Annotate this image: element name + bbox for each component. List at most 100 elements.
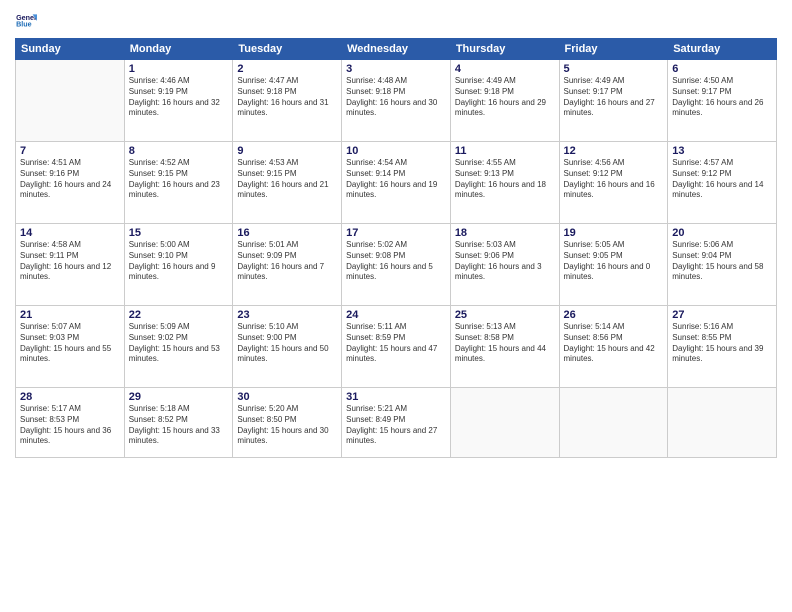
calendar-cell: 9Sunrise: 4:53 AMSunset: 9:15 PMDaylight…	[233, 142, 342, 224]
weekday-header-tuesday: Tuesday	[233, 39, 342, 60]
day-info: Sunrise: 4:52 AMSunset: 9:15 PMDaylight:…	[129, 158, 229, 201]
calendar-cell: 2Sunrise: 4:47 AMSunset: 9:18 PMDaylight…	[233, 60, 342, 142]
calendar-cell: 1Sunrise: 4:46 AMSunset: 9:19 PMDaylight…	[124, 60, 233, 142]
day-info: Sunrise: 4:54 AMSunset: 9:14 PMDaylight:…	[346, 158, 446, 201]
day-info: Sunrise: 5:09 AMSunset: 9:02 PMDaylight:…	[129, 322, 229, 365]
day-number: 6	[672, 63, 772, 75]
calendar-cell: 26Sunrise: 5:14 AMSunset: 8:56 PMDayligh…	[559, 306, 668, 388]
day-number: 21	[20, 309, 120, 321]
page-header: General Blue	[15, 10, 777, 32]
day-info: Sunrise: 5:02 AMSunset: 9:08 PMDaylight:…	[346, 240, 446, 283]
weekday-header-sunday: Sunday	[16, 39, 125, 60]
day-info: Sunrise: 5:10 AMSunset: 9:00 PMDaylight:…	[237, 322, 337, 365]
calendar-cell: 17Sunrise: 5:02 AMSunset: 9:08 PMDayligh…	[342, 224, 451, 306]
calendar-cell: 13Sunrise: 4:57 AMSunset: 9:12 PMDayligh…	[668, 142, 777, 224]
day-info: Sunrise: 5:03 AMSunset: 9:06 PMDaylight:…	[455, 240, 555, 283]
logo-icon: General Blue	[15, 10, 37, 32]
calendar-cell: 31Sunrise: 5:21 AMSunset: 8:49 PMDayligh…	[342, 388, 451, 458]
day-info: Sunrise: 4:57 AMSunset: 9:12 PMDaylight:…	[672, 158, 772, 201]
calendar-cell: 30Sunrise: 5:20 AMSunset: 8:50 PMDayligh…	[233, 388, 342, 458]
day-info: Sunrise: 4:55 AMSunset: 9:13 PMDaylight:…	[455, 158, 555, 201]
calendar-cell: 22Sunrise: 5:09 AMSunset: 9:02 PMDayligh…	[124, 306, 233, 388]
day-number: 9	[237, 145, 337, 157]
calendar-cell: 5Sunrise: 4:49 AMSunset: 9:17 PMDaylight…	[559, 60, 668, 142]
calendar-week-4: 21Sunrise: 5:07 AMSunset: 9:03 PMDayligh…	[16, 306, 777, 388]
day-number: 13	[672, 145, 772, 157]
day-info: Sunrise: 5:13 AMSunset: 8:58 PMDaylight:…	[455, 322, 555, 365]
day-number: 26	[564, 309, 664, 321]
day-info: Sunrise: 4:49 AMSunset: 9:17 PMDaylight:…	[564, 76, 664, 119]
day-number: 8	[129, 145, 229, 157]
calendar-table: SundayMondayTuesdayWednesdayThursdayFrid…	[15, 38, 777, 458]
calendar-cell: 29Sunrise: 5:18 AMSunset: 8:52 PMDayligh…	[124, 388, 233, 458]
day-info: Sunrise: 4:53 AMSunset: 9:15 PMDaylight:…	[237, 158, 337, 201]
day-number: 24	[346, 309, 446, 321]
day-number: 12	[564, 145, 664, 157]
calendar-cell: 24Sunrise: 5:11 AMSunset: 8:59 PMDayligh…	[342, 306, 451, 388]
day-info: Sunrise: 4:56 AMSunset: 9:12 PMDaylight:…	[564, 158, 664, 201]
weekday-header-friday: Friday	[559, 39, 668, 60]
day-info: Sunrise: 4:50 AMSunset: 9:17 PMDaylight:…	[672, 76, 772, 119]
day-number: 31	[346, 391, 446, 403]
day-number: 20	[672, 227, 772, 239]
day-number: 17	[346, 227, 446, 239]
calendar-cell: 4Sunrise: 4:49 AMSunset: 9:18 PMDaylight…	[450, 60, 559, 142]
calendar-cell: 14Sunrise: 4:58 AMSunset: 9:11 PMDayligh…	[16, 224, 125, 306]
calendar-cell: 6Sunrise: 4:50 AMSunset: 9:17 PMDaylight…	[668, 60, 777, 142]
calendar-cell: 28Sunrise: 5:17 AMSunset: 8:53 PMDayligh…	[16, 388, 125, 458]
day-info: Sunrise: 5:17 AMSunset: 8:53 PMDaylight:…	[20, 404, 120, 447]
calendar-week-5: 28Sunrise: 5:17 AMSunset: 8:53 PMDayligh…	[16, 388, 777, 458]
day-number: 15	[129, 227, 229, 239]
weekday-header-row: SundayMondayTuesdayWednesdayThursdayFrid…	[16, 39, 777, 60]
day-info: Sunrise: 5:11 AMSunset: 8:59 PMDaylight:…	[346, 322, 446, 365]
weekday-header-saturday: Saturday	[668, 39, 777, 60]
calendar-cell: 25Sunrise: 5:13 AMSunset: 8:58 PMDayligh…	[450, 306, 559, 388]
calendar-cell	[16, 60, 125, 142]
day-number: 11	[455, 145, 555, 157]
calendar-cell: 12Sunrise: 4:56 AMSunset: 9:12 PMDayligh…	[559, 142, 668, 224]
day-number: 27	[672, 309, 772, 321]
day-info: Sunrise: 5:21 AMSunset: 8:49 PMDaylight:…	[346, 404, 446, 447]
day-info: Sunrise: 5:05 AMSunset: 9:05 PMDaylight:…	[564, 240, 664, 283]
weekday-header-wednesday: Wednesday	[342, 39, 451, 60]
day-number: 14	[20, 227, 120, 239]
calendar-cell: 10Sunrise: 4:54 AMSunset: 9:14 PMDayligh…	[342, 142, 451, 224]
calendar-cell	[450, 388, 559, 458]
calendar-cell: 11Sunrise: 4:55 AMSunset: 9:13 PMDayligh…	[450, 142, 559, 224]
day-info: Sunrise: 4:49 AMSunset: 9:18 PMDaylight:…	[455, 76, 555, 119]
logo: General Blue	[15, 10, 37, 32]
calendar-cell: 20Sunrise: 5:06 AMSunset: 9:04 PMDayligh…	[668, 224, 777, 306]
day-number: 29	[129, 391, 229, 403]
calendar-cell: 19Sunrise: 5:05 AMSunset: 9:05 PMDayligh…	[559, 224, 668, 306]
day-number: 7	[20, 145, 120, 157]
day-info: Sunrise: 4:58 AMSunset: 9:11 PMDaylight:…	[20, 240, 120, 283]
day-number: 28	[20, 391, 120, 403]
calendar-cell: 8Sunrise: 4:52 AMSunset: 9:15 PMDaylight…	[124, 142, 233, 224]
day-info: Sunrise: 5:18 AMSunset: 8:52 PMDaylight:…	[129, 404, 229, 447]
day-number: 1	[129, 63, 229, 75]
calendar-week-2: 7Sunrise: 4:51 AMSunset: 9:16 PMDaylight…	[16, 142, 777, 224]
day-info: Sunrise: 4:51 AMSunset: 9:16 PMDaylight:…	[20, 158, 120, 201]
svg-text:Blue: Blue	[16, 21, 32, 29]
calendar-cell: 7Sunrise: 4:51 AMSunset: 9:16 PMDaylight…	[16, 142, 125, 224]
day-number: 25	[455, 309, 555, 321]
calendar-cell: 23Sunrise: 5:10 AMSunset: 9:00 PMDayligh…	[233, 306, 342, 388]
calendar-cell: 3Sunrise: 4:48 AMSunset: 9:18 PMDaylight…	[342, 60, 451, 142]
calendar-page: General Blue SundayMondayTuesdayWednesda…	[0, 0, 792, 612]
calendar-week-1: 1Sunrise: 4:46 AMSunset: 9:19 PMDaylight…	[16, 60, 777, 142]
day-info: Sunrise: 5:01 AMSunset: 9:09 PMDaylight:…	[237, 240, 337, 283]
day-number: 23	[237, 309, 337, 321]
day-info: Sunrise: 5:07 AMSunset: 9:03 PMDaylight:…	[20, 322, 120, 365]
day-number: 18	[455, 227, 555, 239]
day-info: Sunrise: 5:16 AMSunset: 8:55 PMDaylight:…	[672, 322, 772, 365]
day-info: Sunrise: 5:00 AMSunset: 9:10 PMDaylight:…	[129, 240, 229, 283]
calendar-cell: 18Sunrise: 5:03 AMSunset: 9:06 PMDayligh…	[450, 224, 559, 306]
calendar-cell	[559, 388, 668, 458]
day-info: Sunrise: 5:06 AMSunset: 9:04 PMDaylight:…	[672, 240, 772, 283]
weekday-header-thursday: Thursday	[450, 39, 559, 60]
day-number: 2	[237, 63, 337, 75]
calendar-cell: 16Sunrise: 5:01 AMSunset: 9:09 PMDayligh…	[233, 224, 342, 306]
day-number: 16	[237, 227, 337, 239]
day-number: 30	[237, 391, 337, 403]
day-info: Sunrise: 5:20 AMSunset: 8:50 PMDaylight:…	[237, 404, 337, 447]
